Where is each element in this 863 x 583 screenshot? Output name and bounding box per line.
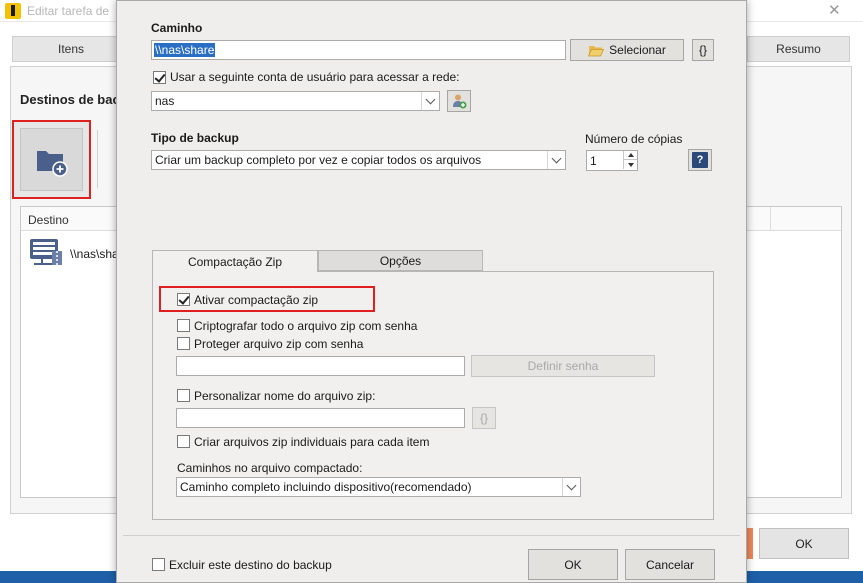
network-zip-icon [30, 239, 62, 265]
column-divider [770, 207, 771, 231]
close-icon[interactable]: ✕ [828, 1, 841, 19]
zip-tab-panel: Ativar compactação zip Criptografar todo… [152, 271, 714, 520]
encrypt-zip-checkbox[interactable] [177, 319, 190, 332]
path-value: \\nas\share [154, 43, 216, 57]
background-window-title: Editar tarefa de [27, 4, 110, 18]
use-account-label: Usar a seguinte conta de usuário para ac… [170, 70, 460, 84]
custom-name-checkbox[interactable] [177, 389, 190, 402]
tab-resumo[interactable]: Resumo [747, 36, 850, 62]
exclude-destination-label: Excluir este destino do backup [169, 558, 332, 572]
select-button-label: Selecionar [609, 43, 666, 57]
paths-in-archive-value: Caminho completo incluindo dispositivo(r… [180, 480, 472, 494]
enable-zip-checkbox[interactable] [177, 293, 190, 306]
destinations-heading: Destinos de bac [20, 92, 120, 107]
path-variables-button[interactable]: {} [692, 39, 714, 61]
column-header-destino[interactable]: Destino [28, 213, 69, 227]
chevron-down-icon[interactable] [547, 151, 565, 169]
path-input[interactable]: \\nas\share [151, 40, 566, 60]
copies-value: 1 [590, 154, 597, 168]
protect-zip-label: Proteger arquivo zip com senha [194, 337, 364, 351]
app-icon [5, 3, 21, 19]
custom-name-label: Personalizar nome do arquivo zip: [194, 389, 376, 403]
backup-type-value: Criar um backup completo por vez e copia… [155, 153, 482, 167]
manage-accounts-button[interactable] [447, 90, 471, 112]
help-button[interactable]: ? [688, 149, 712, 171]
folder-open-icon [588, 45, 605, 56]
decrement-icon[interactable] [623, 160, 637, 169]
increment-icon[interactable] [623, 151, 637, 160]
encrypt-zip-label: Criptografar todo o arquivo zip com senh… [194, 319, 418, 333]
individual-zip-checkbox[interactable] [177, 435, 190, 448]
account-value: nas [155, 94, 175, 108]
toolbar-separator [97, 130, 98, 188]
user-add-icon [453, 94, 467, 109]
background-ok-button[interactable]: OK [759, 528, 849, 559]
add-destination-button-face [20, 128, 83, 191]
backup-type-combobox[interactable]: Criar um backup completo por vez e copia… [151, 150, 566, 170]
footer-divider [123, 535, 740, 536]
chevron-down-icon[interactable] [421, 92, 439, 110]
tab-compactacao-zip[interactable]: Compactação Zip [152, 250, 318, 272]
exclude-destination-checkbox[interactable] [152, 558, 165, 571]
paths-in-archive-combobox[interactable]: Caminho completo incluindo dispositivo(r… [176, 477, 581, 497]
destination-dialog: Caminho \\nas\share Selecionar {} Usar a… [116, 0, 747, 583]
copies-stepper[interactable]: 1 [586, 150, 638, 171]
select-button[interactable]: Selecionar [570, 39, 684, 61]
folder-add-icon [37, 151, 68, 177]
use-account-checkbox[interactable] [153, 71, 166, 84]
set-password-button[interactable]: Definir senha [471, 355, 655, 377]
paths-in-archive-label: Caminhos no arquivo compactado: [177, 461, 363, 475]
tab-opcoes[interactable]: Opções [318, 250, 483, 271]
tab-itens[interactable]: Itens [12, 36, 130, 62]
add-destination-button[interactable] [12, 120, 91, 199]
password-input[interactable] [176, 356, 465, 376]
protect-zip-checkbox[interactable] [177, 337, 190, 350]
zip-name-variables-button[interactable]: {} [472, 407, 496, 429]
ok-button[interactable]: OK [528, 549, 618, 580]
individual-zip-label: Criar arquivos zip individuais para cada… [194, 435, 430, 449]
help-icon: ? [692, 152, 708, 168]
backup-type-label: Tipo de backup [151, 131, 239, 145]
enable-zip-label: Ativar compactação zip [194, 293, 319, 307]
copies-label: Número de cópias [585, 132, 683, 146]
zip-name-input[interactable] [176, 408, 465, 428]
chevron-down-icon[interactable] [562, 478, 580, 496]
cancel-button[interactable]: Cancelar [625, 549, 715, 580]
path-label: Caminho [151, 21, 203, 35]
account-combobox[interactable]: nas [151, 91, 440, 111]
